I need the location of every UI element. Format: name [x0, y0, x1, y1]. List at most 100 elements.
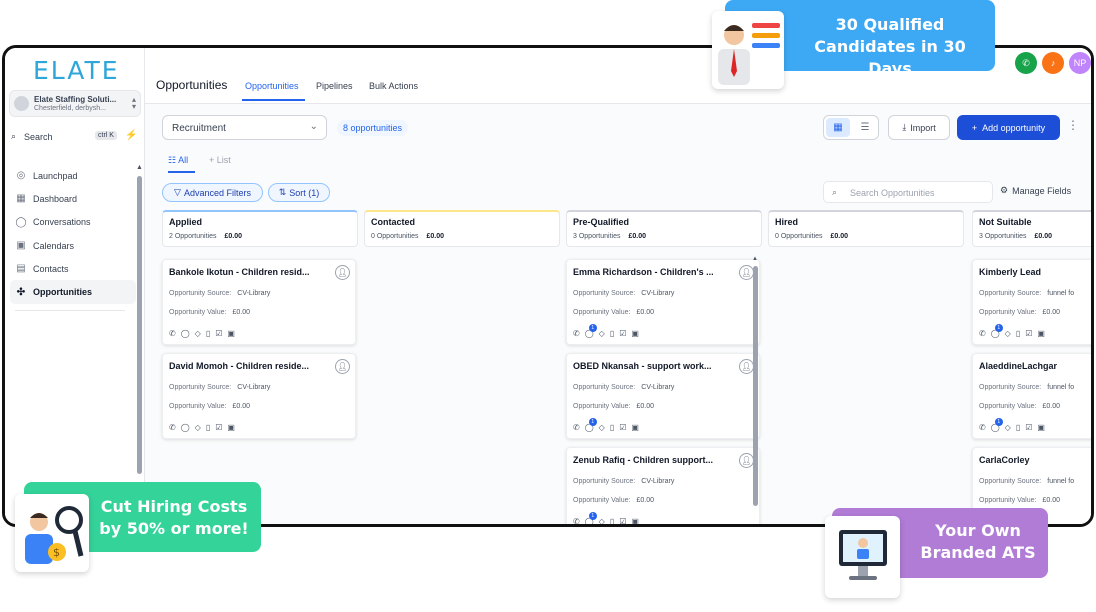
- task-icon[interactable]: ☑: [1025, 423, 1032, 432]
- scrollbar-thumb[interactable]: [137, 176, 142, 474]
- assign-user-icon[interactable]: 👤︎: [335, 265, 350, 280]
- tag-icon[interactable]: ◇: [1005, 423, 1011, 432]
- account-switcher[interactable]: Elate Staffing Soluti... Chesterfield, d…: [9, 90, 141, 117]
- message-icon[interactable]: ◯ 1: [585, 512, 597, 524]
- tag-icon[interactable]: ◇: [599, 517, 605, 524]
- column-meta: 3 Opportunities £0.00: [573, 233, 646, 240]
- sidebar-item-launchpad[interactable]: ◎ Launchpad: [10, 164, 136, 187]
- more-options-icon[interactable]: ⋮: [1067, 118, 1079, 132]
- card-actions: ✆ ◯ ◇ ▯ ☑ ▣: [169, 329, 235, 338]
- assign-user-icon[interactable]: 👤︎: [335, 359, 350, 374]
- pipeline-select[interactable]: Recruitment ⌄: [162, 115, 327, 140]
- notification-bell-icon[interactable]: ♪: [1042, 52, 1064, 74]
- scrollbar-thumb[interactable]: [753, 266, 758, 506]
- phone-icon[interactable]: ✆: [979, 423, 986, 432]
- tag-icon[interactable]: ◇: [195, 329, 201, 338]
- assign-user-icon[interactable]: 👤︎: [739, 359, 754, 374]
- assign-user-icon[interactable]: 👤︎: [739, 265, 754, 280]
- sidebar-item-conversations[interactable]: ◯ Conversations: [10, 211, 136, 234]
- sort-button[interactable]: ⇅ Sort (1): [268, 183, 330, 202]
- assign-user-icon[interactable]: 👤︎: [739, 453, 754, 468]
- document-icon[interactable]: ▯: [610, 423, 614, 432]
- card-title[interactable]: Zenub Rafiq - Children support...: [573, 455, 723, 465]
- search-opportunities-input[interactable]: ⌕ Search Opportunities: [823, 181, 993, 203]
- view-tab-add-list[interactable]: + List: [209, 155, 231, 165]
- calendar-icon[interactable]: ▣: [227, 423, 235, 432]
- lightning-icon[interactable]: ⚡: [125, 130, 137, 141]
- card-title[interactable]: OBED Nkansah - support work...: [573, 361, 723, 371]
- card-title[interactable]: Emma Richardson - Children's ...: [573, 267, 723, 277]
- column-meta: 2 Opportunities £0.00: [169, 233, 242, 240]
- calendar-icon[interactable]: ▣: [1037, 329, 1045, 338]
- task-icon[interactable]: ☑: [619, 329, 626, 338]
- sidebar-item-contacts[interactable]: ▤ Contacts: [10, 257, 136, 280]
- tab-bulk-actions[interactable]: Bulk Actions: [369, 81, 418, 91]
- tag-icon[interactable]: ◇: [195, 423, 201, 432]
- task-icon[interactable]: ☑: [215, 423, 222, 432]
- opportunity-card[interactable]: OBED Nkansah - support work... 👤︎ Opportun…: [566, 353, 760, 439]
- message-icon[interactable]: ◯ 1: [991, 418, 1003, 432]
- phone-icon[interactable]: ✆: [1015, 52, 1037, 74]
- message-icon[interactable]: ◯ 1: [585, 418, 597, 432]
- task-icon[interactable]: ☑: [215, 329, 222, 338]
- manage-fields-button[interactable]: ⚙ Manage Fields: [1000, 185, 1071, 196]
- card-title[interactable]: Kimberly Lead: [979, 267, 1091, 277]
- task-icon[interactable]: ☑: [619, 423, 626, 432]
- document-icon[interactable]: ▯: [1016, 423, 1020, 432]
- document-icon[interactable]: ▯: [206, 329, 210, 338]
- view-tab-all[interactable]: ☷ All: [168, 155, 188, 166]
- card-title[interactable]: CarlaCorley: [979, 455, 1091, 465]
- tag-icon[interactable]: ◇: [599, 329, 605, 338]
- sidebar-item-calendars[interactable]: ▣ Calendars: [10, 234, 136, 257]
- calendar-icon[interactable]: ▣: [631, 517, 639, 524]
- sidebar-item-opportunities[interactable]: ✣ Opportunities: [10, 280, 136, 304]
- opportunity-card[interactable]: AlaeddineLachgar👤︎Opportunity Source:fun…: [972, 353, 1091, 439]
- task-icon[interactable]: ☑: [619, 517, 626, 524]
- advanced-filters-button[interactable]: ▽ Advanced Filters: [162, 183, 263, 202]
- tab-pipelines[interactable]: Pipelines: [316, 81, 353, 91]
- document-icon[interactable]: ▯: [1016, 329, 1020, 338]
- phone-icon[interactable]: ✆: [573, 517, 580, 524]
- phone-icon[interactable]: ✆: [573, 329, 580, 338]
- list-view-icon[interactable]: ☰: [853, 118, 877, 137]
- card-source: CV-Library: [641, 290, 675, 297]
- message-icon[interactable]: ◯: [181, 423, 190, 432]
- card-title[interactable]: David Momoh - Children reside...: [169, 361, 319, 371]
- phone-icon[interactable]: ✆: [169, 423, 176, 432]
- tab-opportunities[interactable]: Opportunities: [245, 81, 299, 91]
- task-icon[interactable]: ☑: [1025, 329, 1032, 338]
- column-scrollbar[interactable]: ▲: [752, 256, 759, 524]
- card-title[interactable]: AlaeddineLachgar: [979, 361, 1091, 371]
- pipeline-column: Pre-Qualified 3 Opportunities £0.00 Emma Ri…: [566, 210, 762, 524]
- message-icon[interactable]: ◯ 1: [585, 324, 597, 338]
- message-icon[interactable]: ◯ 1: [991, 324, 1003, 338]
- opportunity-card[interactable]: Zenub Rafiq - Children support... 👤︎ Oppor…: [566, 447, 760, 524]
- add-opportunity-button[interactable]: + Add opportunity: [957, 115, 1060, 140]
- opportunity-card[interactable]: Emma Richardson - Children's ... 👤︎ Opport…: [566, 259, 760, 345]
- sidebar-scrollbar[interactable]: ▲: [136, 164, 143, 474]
- calendar-icon[interactable]: ▣: [631, 423, 639, 432]
- calendar-icon[interactable]: ▣: [631, 329, 639, 338]
- opportunity-card[interactable]: David Momoh - Children reside... 👤︎ Opport…: [162, 353, 356, 439]
- chevron-down-icon: ⌄: [309, 121, 318, 132]
- tag-icon[interactable]: ◇: [599, 423, 605, 432]
- card-title[interactable]: Bankole Ikotun - Children resid...: [169, 267, 319, 277]
- document-icon[interactable]: ▯: [610, 329, 614, 338]
- calendar-icon[interactable]: ▣: [227, 329, 235, 338]
- document-icon[interactable]: ▯: [206, 423, 210, 432]
- card-source-row: Opportunity Source: CV-Library: [573, 384, 674, 391]
- opportunity-card[interactable]: Kimberly Lead👤︎Opportunity Source:funnel…: [972, 259, 1091, 345]
- document-icon[interactable]: ▯: [610, 517, 614, 524]
- tag-icon[interactable]: ◇: [1005, 329, 1011, 338]
- opportunity-card[interactable]: Bankole Ikotun - Children resid... 👤︎ Oppo…: [162, 259, 356, 345]
- phone-icon[interactable]: ✆: [169, 329, 176, 338]
- message-icon[interactable]: ◯: [181, 329, 190, 338]
- phone-icon[interactable]: ✆: [573, 423, 580, 432]
- sidebar-search[interactable]: ⌕ Search ctrl K: [10, 130, 120, 146]
- sidebar-item-dashboard[interactable]: ▦ Dashboard: [10, 187, 136, 210]
- grid-view-icon[interactable]: ▦: [826, 118, 850, 137]
- calendar-icon[interactable]: ▣: [1037, 423, 1045, 432]
- phone-icon[interactable]: ✆: [979, 329, 986, 338]
- import-button[interactable]: ⤓ Import: [888, 115, 950, 140]
- user-avatar[interactable]: NP: [1069, 52, 1091, 74]
